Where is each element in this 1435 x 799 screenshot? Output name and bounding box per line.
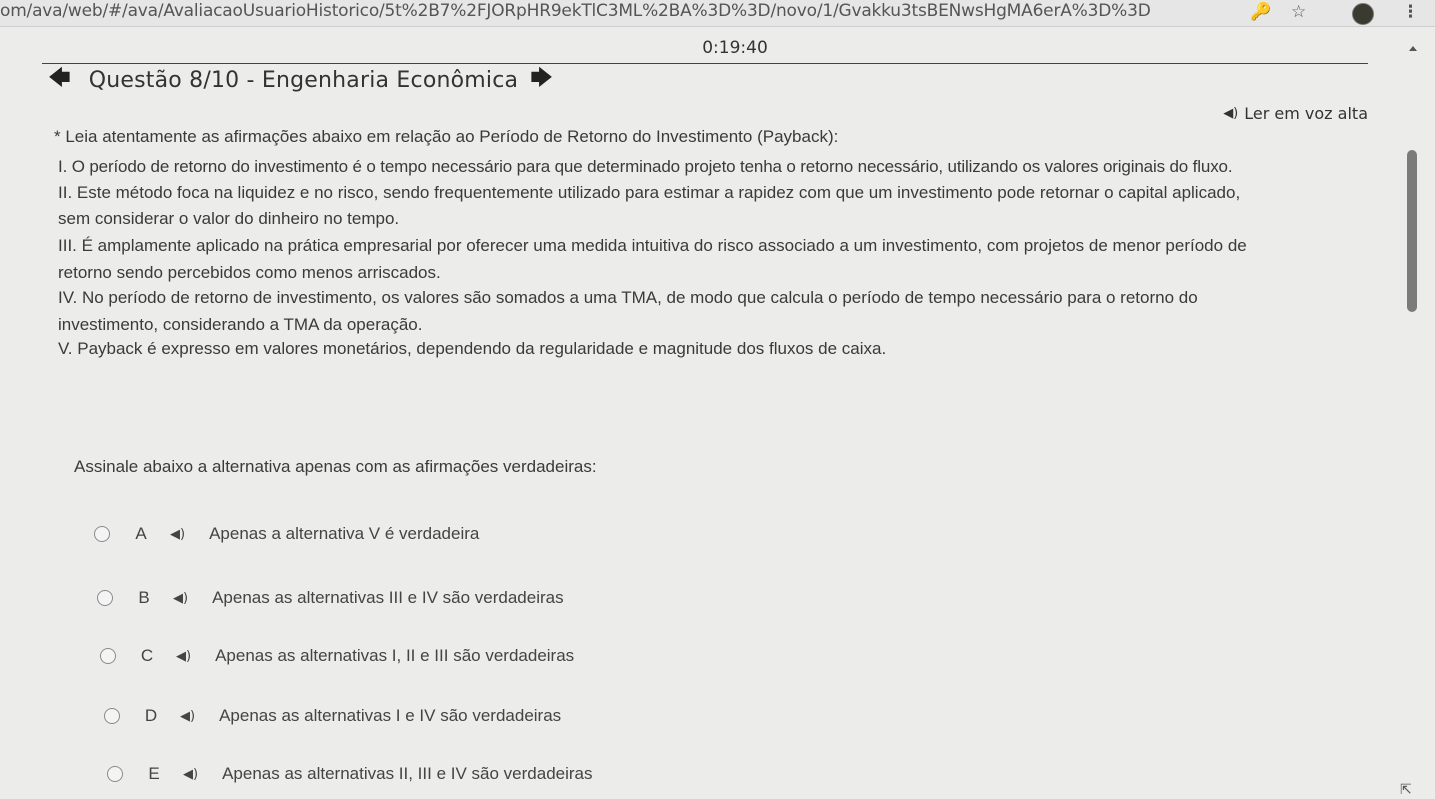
option-letter: B <box>138 588 150 607</box>
statement-line: retorno sendo percebidos como menos arri… <box>58 263 441 282</box>
option-text: Apenas a alternativa V é verdadeira <box>209 524 480 543</box>
statement-line: II. Este método foca na liquidez e no ri… <box>58 183 1241 202</box>
radio-button[interactable] <box>100 648 116 664</box>
statement-line: investimento, considerando a TMA da oper… <box>58 315 423 334</box>
speaker-icon[interactable]: ◀) <box>176 649 191 664</box>
question-intro: * Leia atentamente as afirmações abaixo … <box>54 127 839 146</box>
key-icon[interactable]: 🔑 <box>1250 2 1271 22</box>
scroll-up-arrow-icon[interactable] <box>1409 46 1417 51</box>
option-text: Apenas as alternativas I, II e III são v… <box>215 646 575 665</box>
url-text: om/ava/web/#/ava/AvaliacaoUsuarioHistori… <box>0 1 1151 21</box>
exam-timer: 0:19:40 <box>702 38 768 58</box>
address-bar[interactable]: om/ava/web/#/ava/AvaliacaoUsuarioHistori… <box>0 1 1220 21</box>
resize-corner-icon: ⇱ <box>1400 781 1412 797</box>
option-b[interactable]: B ◀) Apenas as alternativas III e IV são… <box>97 586 564 610</box>
speaker-icon[interactable]: ◀) <box>173 591 188 606</box>
speaker-icon[interactable]: ◀) <box>180 709 195 724</box>
speaker-icon[interactable]: ◀) <box>170 527 185 542</box>
speaker-icon[interactable]: ◀) <box>183 767 198 782</box>
browser-toolbar: om/ava/web/#/ava/AvaliacaoUsuarioHistori… <box>0 0 1435 27</box>
radio-button[interactable] <box>94 526 110 542</box>
statement-line: III. É amplamente aplicado na prática em… <box>58 236 1247 255</box>
option-e[interactable]: E ◀) Apenas as alternativas II, III e IV… <box>107 762 593 786</box>
option-letter: C <box>140 646 154 665</box>
option-letter: A <box>135 524 147 543</box>
option-a[interactable]: A ◀) Apenas a alternativa V é verdadeira <box>94 522 479 546</box>
option-d[interactable]: D ◀) Apenas as alternativas I e IV são v… <box>104 704 561 728</box>
page-title: Questão 8/10 - Engenharia Econômica <box>88 67 519 93</box>
bookmark-star-icon[interactable]: ☆ <box>1291 2 1306 22</box>
statement-line: IV. No período de retorno de investiment… <box>58 288 1198 307</box>
option-text: Apenas as alternativas II, III e IV são … <box>222 764 593 783</box>
statement-line: V. Payback é expresso em valores monetár… <box>58 339 887 358</box>
question-instruction: Assinale abaixo a alternativa apenas com… <box>74 457 597 476</box>
option-letter: D <box>144 706 158 725</box>
header-divider <box>42 63 1368 64</box>
browser-menu-icon[interactable]: ⋮ <box>1402 2 1419 22</box>
read-aloud-label: Ler em voz alta <box>1244 104 1368 123</box>
scrollbar-thumb[interactable] <box>1407 150 1417 312</box>
previous-question-arrow-icon[interactable]: 🡄 <box>48 61 71 99</box>
statement-line: sem considerar o valor do dinheiro no te… <box>58 209 400 228</box>
option-text: Apenas as alternativas III e IV são verd… <box>212 588 564 607</box>
statement-line: I. O período de retorno do investimento … <box>58 157 1233 176</box>
radio-button[interactable] <box>107 766 123 782</box>
option-letter: E <box>148 764 160 783</box>
profile-avatar[interactable] <box>1352 3 1374 25</box>
read-aloud-button[interactable]: ◀) Ler em voz alta <box>1223 104 1368 123</box>
radio-button[interactable] <box>97 590 113 606</box>
speaker-icon: ◀) <box>1223 106 1239 121</box>
option-c[interactable]: C ◀) Apenas as alternativas I, II e III … <box>100 644 574 668</box>
radio-button[interactable] <box>104 708 120 724</box>
option-text: Apenas as alternativas I e IV são verdad… <box>219 706 562 725</box>
next-question-arrow-icon[interactable]: 🡆 <box>530 61 553 99</box>
question-title-row: 🡄 Questão 8/10 - Engenharia Econômica 🡆 <box>48 66 553 94</box>
